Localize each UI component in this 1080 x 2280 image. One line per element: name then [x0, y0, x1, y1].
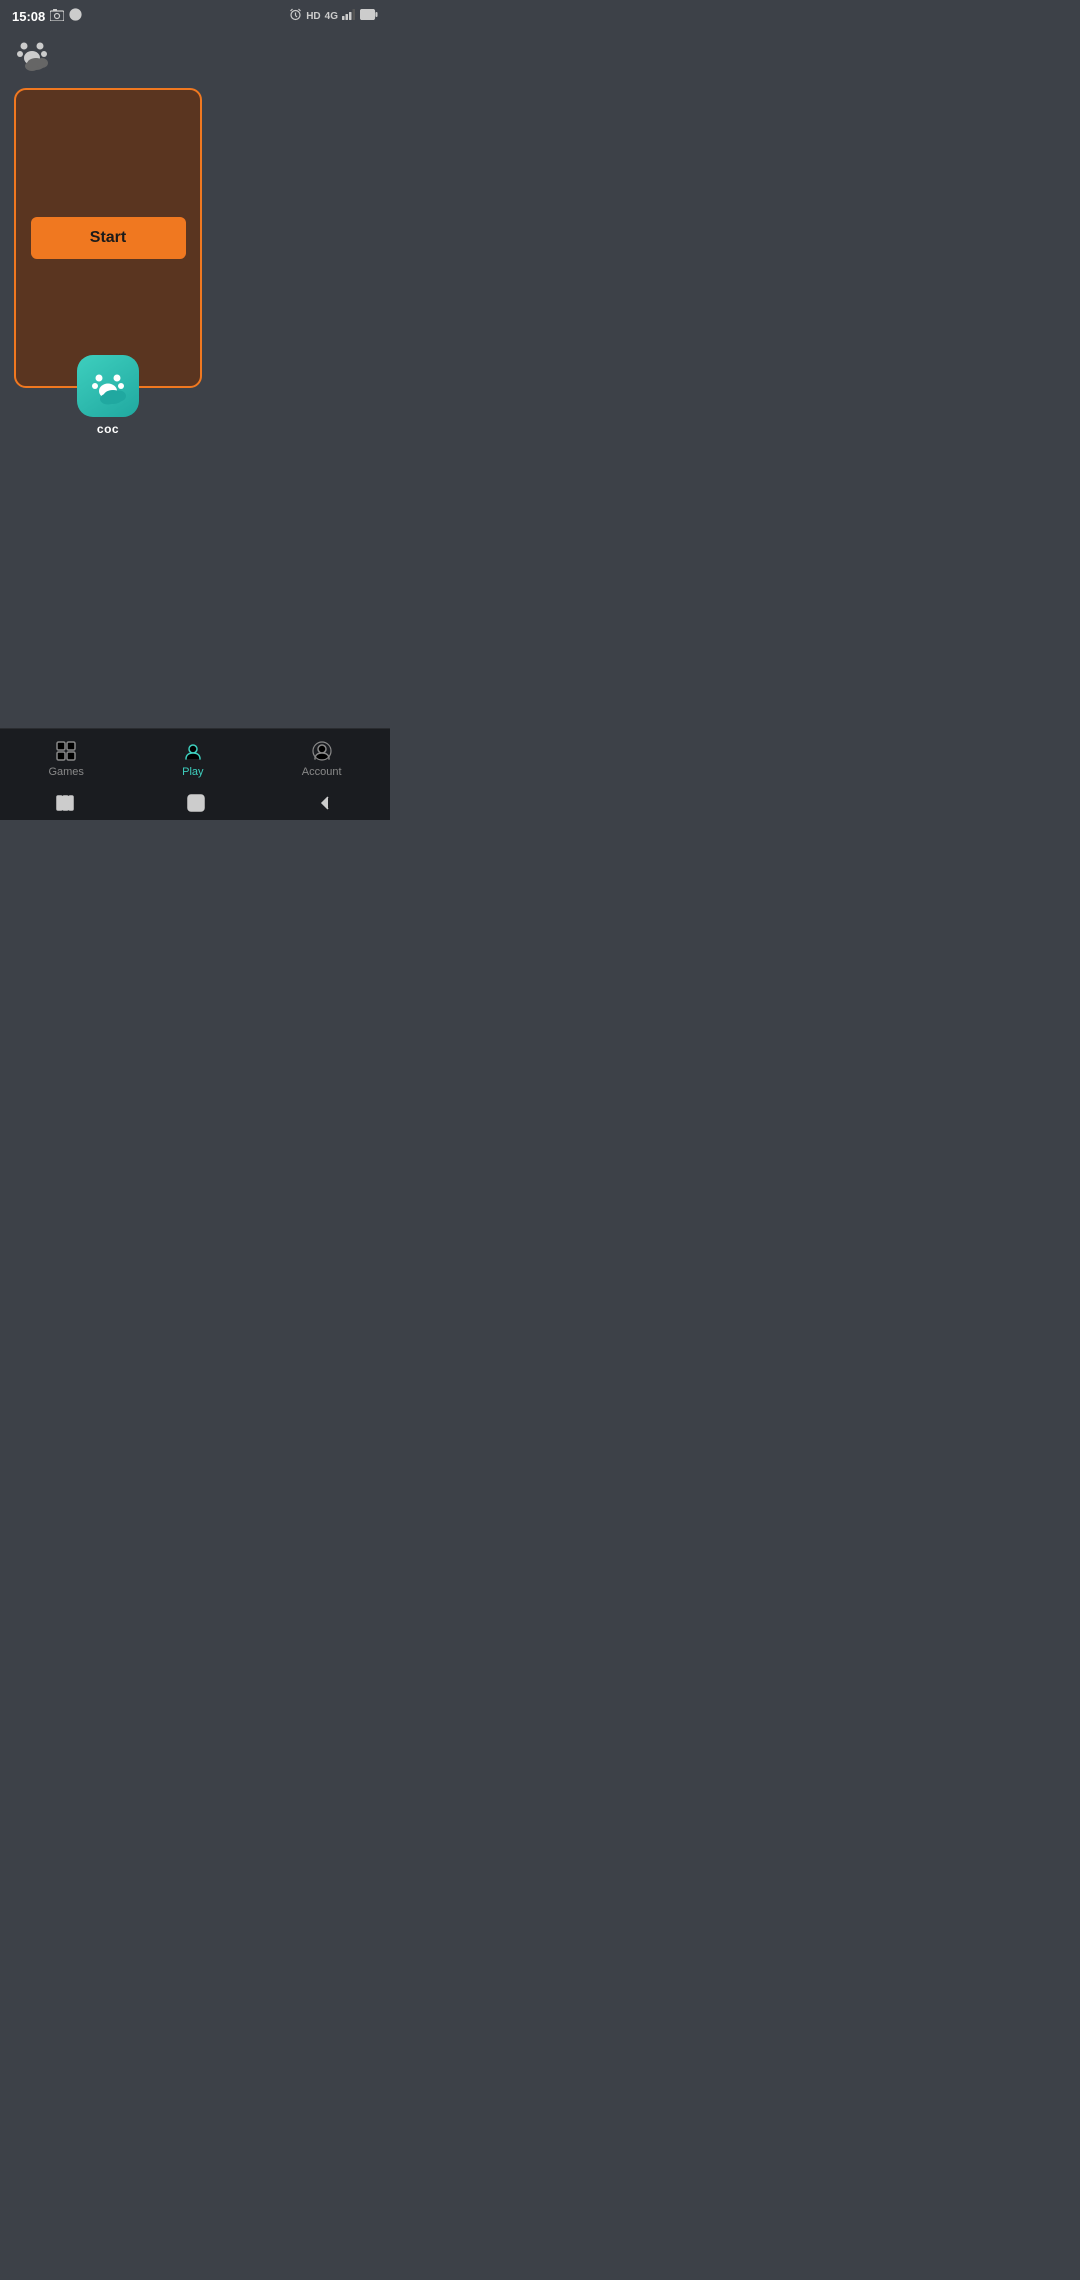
- 4g-label: 4G: [325, 11, 338, 22]
- photo-status-icon: [50, 9, 64, 24]
- back-button[interactable]: [318, 795, 334, 814]
- clock-status-icon: [69, 8, 82, 24]
- app-icon[interactable]: [77, 355, 139, 417]
- account-label: Account: [302, 766, 342, 778]
- hd-label: HD: [306, 11, 320, 22]
- play-label: Play: [182, 766, 203, 778]
- play-icon: [181, 739, 205, 763]
- recents-button[interactable]: [56, 795, 74, 814]
- nav-item-play[interactable]: Play: [161, 735, 225, 782]
- account-icon: [310, 739, 334, 763]
- start-button[interactable]: Start: [31, 217, 186, 259]
- signal-icon: [342, 9, 356, 23]
- app-header: [0, 28, 390, 80]
- app-logo: [14, 36, 50, 72]
- games-icon: [54, 739, 78, 763]
- home-button[interactable]: [187, 794, 205, 815]
- bottom-nav: Games Play Account: [0, 728, 390, 788]
- status-right: HD 4G: [289, 8, 378, 24]
- status-bar: 15:08 HD 4G: [0, 0, 390, 28]
- status-time: 15:08: [12, 9, 45, 24]
- nav-item-games[interactable]: Games: [28, 735, 103, 782]
- status-left: 15:08: [12, 8, 82, 24]
- games-label: Games: [48, 766, 83, 778]
- nav-item-account[interactable]: Account: [282, 735, 362, 782]
- app-icon-container: coc: [77, 355, 139, 436]
- game-card: Start co: [14, 88, 202, 388]
- main-content: Start co: [0, 80, 390, 452]
- app-name: coc: [97, 422, 119, 436]
- system-nav: [0, 788, 390, 820]
- alarm-icon: [289, 8, 302, 24]
- battery-icon: [360, 9, 378, 23]
